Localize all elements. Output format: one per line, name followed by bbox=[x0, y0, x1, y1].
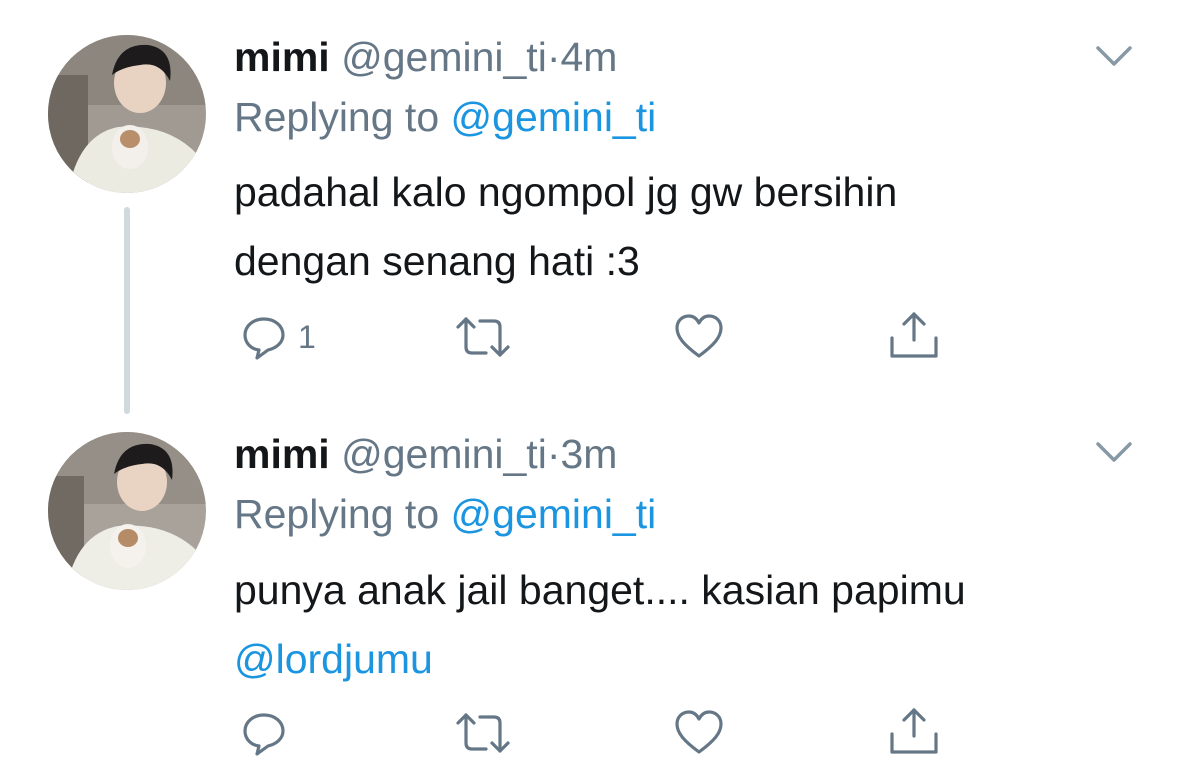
chevron-down-icon[interactable] bbox=[1094, 438, 1134, 466]
tweet-header: mimi @gemini_ti·3m bbox=[234, 430, 617, 478]
display-name[interactable]: mimi bbox=[234, 34, 330, 80]
reply-button[interactable] bbox=[240, 708, 298, 758]
tweet-text: punya anak jail banget.... kasian papimu… bbox=[234, 556, 966, 694]
retweet-button[interactable] bbox=[454, 708, 512, 758]
timestamp[interactable]: 4m bbox=[560, 34, 617, 80]
retweet-icon bbox=[456, 713, 510, 753]
mention-link[interactable]: @lordjumu bbox=[234, 625, 966, 694]
replying-to: Replying to @gemini_ti bbox=[234, 490, 656, 538]
timestamp[interactable]: 3m bbox=[560, 431, 617, 477]
separator: · bbox=[546, 431, 561, 477]
display-name[interactable]: mimi bbox=[234, 431, 330, 477]
chevron-down-icon[interactable] bbox=[1094, 42, 1134, 70]
replying-to-mention[interactable]: @gemini_ti bbox=[451, 491, 657, 537]
username[interactable]: @gemini_ti bbox=[341, 431, 547, 477]
avatar[interactable] bbox=[48, 35, 206, 193]
share-button[interactable] bbox=[888, 706, 940, 756]
thread-line bbox=[124, 207, 130, 414]
reply-count: 1 bbox=[298, 318, 316, 355]
like-button[interactable] bbox=[674, 708, 724, 758]
reply-icon bbox=[243, 713, 285, 756]
tweet-header: mimi @gemini_ti·4m bbox=[234, 33, 617, 81]
heart-icon bbox=[675, 710, 723, 754]
replying-to-label: Replying to bbox=[234, 491, 440, 537]
retweet-button[interactable] bbox=[454, 312, 512, 362]
share-button[interactable] bbox=[888, 310, 940, 360]
replying-to-mention[interactable]: @gemini_ti bbox=[451, 94, 657, 140]
tweet-text: padahal kalo ngompol jg gw bersihin deng… bbox=[234, 158, 897, 296]
share-icon bbox=[890, 312, 938, 358]
tweet-text-line: punya anak jail banget.... kasian papimu bbox=[234, 567, 966, 613]
avatar[interactable] bbox=[48, 432, 206, 590]
retweet-icon bbox=[456, 317, 510, 357]
username[interactable]: @gemini_ti bbox=[341, 34, 547, 80]
share-icon bbox=[890, 708, 938, 754]
separator: · bbox=[546, 34, 561, 80]
replying-to-label: Replying to bbox=[234, 94, 440, 140]
heart-icon bbox=[675, 314, 723, 358]
tweet-text-line: dengan senang hati :3 bbox=[234, 238, 640, 284]
like-button[interactable] bbox=[674, 312, 724, 362]
reply-button[interactable]: 1 bbox=[240, 312, 316, 362]
reply-icon bbox=[243, 317, 285, 360]
tweet-text-line: padahal kalo ngompol jg gw bersihin bbox=[234, 169, 898, 215]
replying-to: Replying to @gemini_ti bbox=[234, 93, 656, 141]
